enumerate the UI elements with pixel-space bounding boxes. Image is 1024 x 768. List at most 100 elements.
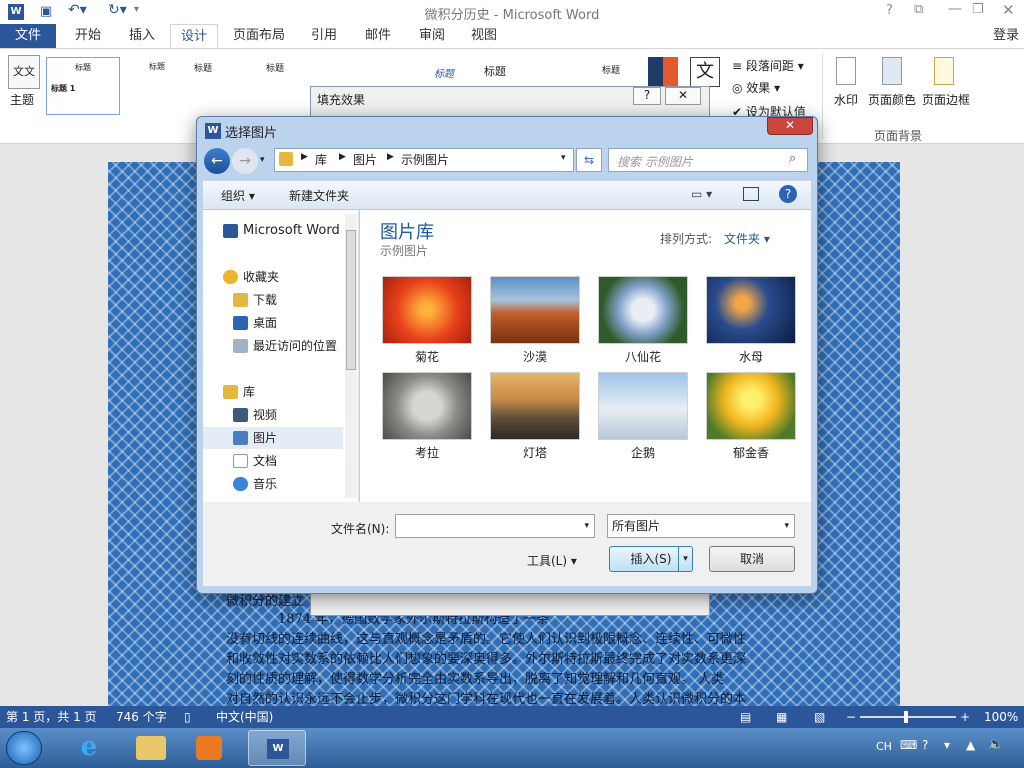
new-folder-button[interactable]: 新建文件夹 <box>289 187 349 204</box>
effects-button[interactable]: ◎ 效果 ▾ <box>732 79 780 96</box>
image-thumb-chrysanthemum[interactable] <box>382 276 472 344</box>
sort-dropdown[interactable]: 文件夹 ▾ <box>724 230 770 247</box>
close-icon[interactable]: ✕ <box>1002 1 1015 19</box>
image-label[interactable]: 灯塔 <box>490 444 580 461</box>
language-indicator[interactable]: 中文(中国) <box>216 706 273 728</box>
media-player-icon[interactable] <box>196 736 222 760</box>
refresh-icon[interactable]: ⇆ <box>576 148 602 172</box>
tab-insert[interactable]: 插入 <box>120 24 164 48</box>
image-label[interactable]: 考拉 <box>382 444 472 461</box>
ime-help-icon[interactable]: ? <box>922 738 928 752</box>
page-count[interactable]: 第 1 页，共 1 页 <box>6 706 97 728</box>
watermark-button[interactable]: 水印 <box>834 91 858 108</box>
theme-icon[interactable]: 文文 <box>8 55 40 89</box>
tools-button[interactable]: 工具(L) ▾ <box>527 552 577 569</box>
word-taskbar-button[interactable]: W <box>248 730 306 766</box>
nav-item-documents[interactable]: 文档 <box>203 450 343 472</box>
restore-icon[interactable]: ❐ <box>972 2 984 17</box>
insert-button[interactable]: 插入(S) ▾ <box>609 546 693 572</box>
fill-dialog-help-icon[interactable]: ? <box>633 87 661 105</box>
style-gallery-item[interactable]: 标题 标题 1 <box>46 57 120 115</box>
watermark-icon[interactable] <box>836 57 856 85</box>
tab-design[interactable]: 设计 <box>170 24 218 48</box>
paragraph-spacing-button[interactable]: ≡ 段落间距 ▾ <box>732 57 804 74</box>
cancel-button[interactable]: 取消 <box>709 546 795 572</box>
tab-references[interactable]: 引用 <box>302 24 346 48</box>
forward-icon[interactable]: → <box>232 148 258 174</box>
search-icon[interactable]: ⌕ <box>789 151 796 166</box>
nav-item-word[interactable]: Microsoft Word <box>203 220 343 242</box>
fonts-icon[interactable]: 文 <box>690 57 720 87</box>
file-explorer-icon[interactable] <box>136 736 166 760</box>
breadcrumb-pictures[interactable]: 图片 <box>353 151 377 168</box>
image-thumb-desert[interactable] <box>490 276 580 344</box>
nav-scrollbar[interactable] <box>345 214 357 498</box>
image-thumb-jellyfish[interactable] <box>706 276 796 344</box>
nav-scrollbar-thumb[interactable] <box>346 230 356 370</box>
tab-mailings[interactable]: 邮件 <box>356 24 400 48</box>
nav-item-music[interactable]: 音乐 <box>203 473 343 495</box>
image-label[interactable]: 郁金香 <box>706 444 796 461</box>
nav-item-desktop[interactable]: 桌面 <box>203 312 343 334</box>
keyboard-icon[interactable]: ⌨ <box>900 738 917 752</box>
tab-home[interactable]: 开始 <box>66 24 110 48</box>
internet-explorer-icon[interactable]: e <box>72 732 106 764</box>
volume-icon[interactable]: 🔈 <box>988 737 1004 752</box>
ribbon-display-icon[interactable]: ⧉ <box>914 2 923 17</box>
back-icon[interactable]: ← <box>204 148 230 174</box>
image-thumb-lighthouse[interactable] <box>490 372 580 440</box>
page-border-button[interactable]: 页面边框 <box>922 91 970 108</box>
fill-dialog-close-icon[interactable]: ✕ <box>665 87 701 105</box>
dialog-close-button[interactable]: ✕ <box>767 117 813 135</box>
image-label[interactable]: 菊花 <box>382 348 472 365</box>
read-mode-icon[interactable]: ▤ <box>740 706 751 728</box>
zoom-in-icon[interactable]: + <box>960 706 970 728</box>
zoom-level[interactable]: 100% <box>984 706 1018 728</box>
page-color-icon[interactable] <box>882 57 902 85</box>
ime-indicator[interactable]: CH <box>876 740 892 753</box>
signin-link[interactable]: 登录 <box>988 24 1024 48</box>
address-bar[interactable]: ▶ 库 ▶ 图片 ▶ 示例图片 ▾ <box>274 148 574 172</box>
tab-review[interactable]: 审阅 <box>410 24 454 48</box>
print-layout-icon[interactable]: ▦ <box>776 706 787 728</box>
tab-layout[interactable]: 页面布局 <box>226 24 292 48</box>
image-thumb-hydrangeas[interactable] <box>598 276 688 344</box>
image-label[interactable]: 沙漠 <box>490 348 580 365</box>
nav-item-libraries[interactable]: 库 <box>203 381 343 403</box>
style-gallery-item[interactable]: 标题 <box>194 61 260 74</box>
zoom-slider-thumb[interactable] <box>904 711 908 723</box>
nav-item-recent[interactable]: 最近访问的位置 <box>203 335 343 357</box>
preview-pane-icon[interactable] <box>743 187 759 201</box>
style-gallery-item[interactable]: 标题 <box>434 65 474 80</box>
nav-item-downloads[interactable]: 下载 <box>203 289 343 311</box>
organize-button[interactable]: 组织 ▾ <box>221 187 255 204</box>
zoom-slider[interactable] <box>860 716 956 718</box>
address-dropdown-icon[interactable]: ▾ <box>561 153 566 163</box>
image-thumb-tulips[interactable] <box>706 372 796 440</box>
nav-item-pictures[interactable]: 图片 <box>203 427 343 449</box>
style-gallery-item[interactable]: 标题 <box>124 61 190 72</box>
style-gallery-item[interactable]: 标题 <box>484 63 524 79</box>
tab-file[interactable]: 文件 <box>0 24 56 48</box>
start-button-icon[interactable] <box>6 731 42 765</box>
tab-view[interactable]: 视图 <box>462 24 506 48</box>
theme-label[interactable]: 主题 <box>10 91 34 108</box>
nav-item-videos[interactable]: 视频 <box>203 404 343 426</box>
image-label[interactable]: 八仙花 <box>598 348 688 365</box>
search-input[interactable]: 搜索 示例图片 ⌕ <box>608 148 808 172</box>
filetype-select[interactable]: 所有图片 ▾ <box>607 514 795 538</box>
image-label[interactable]: 企鹅 <box>598 444 688 461</box>
nav-item-favorites[interactable]: 收藏夹 <box>203 266 343 288</box>
word-count[interactable]: 746 个字 <box>116 706 167 728</box>
help-icon[interactable]: ? <box>886 3 893 18</box>
ime-options-icon[interactable]: ▾ <box>944 738 950 752</box>
page-border-icon[interactable] <box>934 57 954 85</box>
breadcrumb-sample-pictures[interactable]: 示例图片 <box>401 151 449 168</box>
page-color-button[interactable]: 页面颜色 <box>868 91 916 108</box>
zoom-out-icon[interactable]: − <box>846 706 856 728</box>
colors-icon[interactable] <box>648 57 678 87</box>
image-thumb-koala[interactable] <box>382 372 472 440</box>
breadcrumb-library[interactable]: 库 <box>315 151 327 168</box>
proofing-icon[interactable]: ▯ <box>184 706 191 728</box>
tray-arrow-icon[interactable]: ▲ <box>966 738 975 752</box>
